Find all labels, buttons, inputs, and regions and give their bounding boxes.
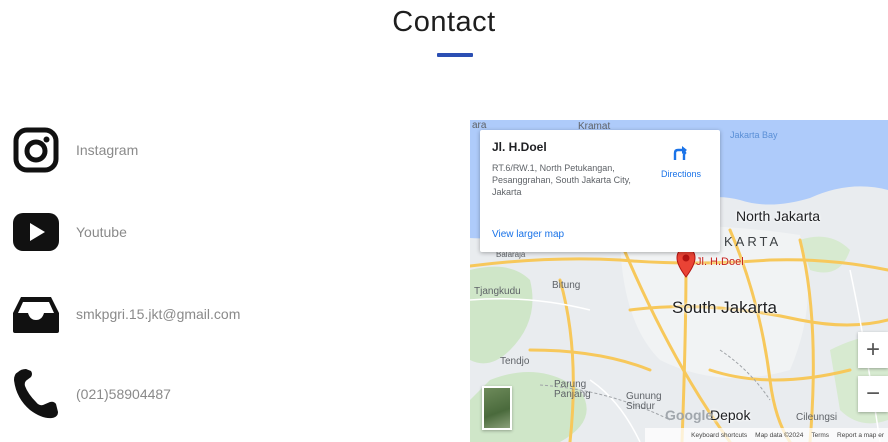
view-larger-map-link[interactable]: View larger map [492,229,564,240]
directions-label: Directions [660,169,701,179]
map-label-gunung-sindur: Gunung Sindur [626,391,662,412]
keyboard-shortcuts-link[interactable]: Keyboard shortcuts [691,432,747,439]
map-label-jakarta-bay: Jakarta Bay [730,130,778,140]
plus-icon: + [865,336,880,363]
minus-icon: − [865,380,880,407]
directions-button[interactable]: Directions [656,144,706,179]
title-underline [437,53,473,57]
contact-label: Youtube [76,224,127,240]
zoom-in-button[interactable]: + [858,332,888,368]
terms-link[interactable]: Terms [811,432,829,439]
place-address: RT.6/RW.1, North Petukangan, Pesanggraha… [492,163,631,197]
google-logo: Google [665,407,714,423]
contact-email[interactable]: smkpgri.15.jkt@gmail.com [10,288,240,340]
contact-label: Instagram [76,142,139,158]
directions-icon [673,146,687,160]
map-label-south-jakarta: South Jakarta [672,298,777,317]
map-label-tendjo: Tendjo [500,356,530,367]
contact-youtube[interactable]: Youtube [10,206,127,258]
map-label-bitung: Bitung [552,280,581,291]
inbox-icon [10,288,62,340]
map-label-north-jakarta: North Jakarta [736,208,821,224]
contact-instagram[interactable]: Instagram [10,124,138,176]
location-pin-icon[interactable] [676,248,696,283]
instagram-icon [10,124,62,176]
zoom-out-button[interactable]: − [858,376,888,412]
place-info-card: Jl. H.Doel RT.6/RW.1, North Petukangan, … [480,130,720,252]
contact-phone[interactable]: (021)58904487 [10,368,171,420]
map-label-parung-panjang: Parung Panjang [554,379,591,400]
report-map-error-link[interactable]: Report a map er [837,432,884,439]
satellite-toggle-thumbnail[interactable] [482,386,512,430]
map-label-depok: Depok [710,407,751,423]
contact-label: (021)58904487 [76,386,171,402]
embedded-map[interactable]: Jakarta Bay ara Kramat North Jakarta KAR… [470,120,888,442]
map-footer: Keyboard shortcuts Map data ©2024 Terms … [645,428,888,442]
map-label-cileungsi: Cileungsi [796,412,838,423]
map-label-tangkudu: Tjangkudu [474,286,521,297]
map-label-pin: Jl. H.Doel [696,256,744,268]
youtube-icon [10,206,62,258]
map-label-jakarta: KARTA [724,234,782,249]
map-data-text: Map data ©2024 [755,431,804,439]
page-title: Contact [392,6,496,38]
phone-icon [10,368,62,420]
contact-label: smkpgri.15.jkt@gmail.com [76,306,241,322]
